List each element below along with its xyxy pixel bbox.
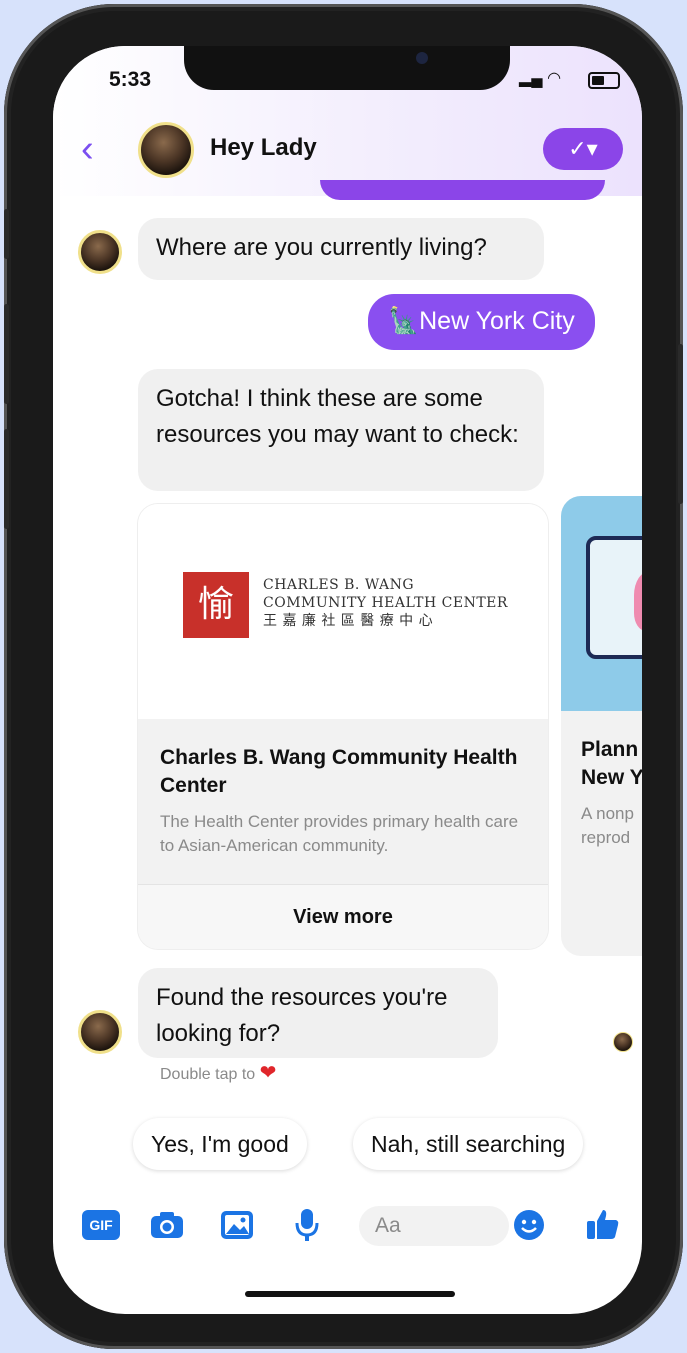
photo-icon[interactable] — [219, 1208, 255, 1242]
double-tap-hint-text: Double tap to — [160, 1066, 256, 1083]
card-title-partial: Plann New Y — [581, 736, 642, 792]
front-camera — [416, 52, 428, 64]
signal-wifi-icons: ▂▄ ◠ — [519, 70, 562, 87]
outgoing-message[interactable]: 🗽New York City — [368, 294, 595, 350]
contact-avatar[interactable] — [138, 122, 194, 178]
card-title-partial-line-2: New Y — [581, 766, 642, 789]
logo-line-2: COMMUNITY HEALTH CENTER — [263, 595, 508, 611]
card-description: The Health Center provides primary healt… — [160, 812, 519, 855]
health-center-logo-text: CHARLES B. WANG COMMUNITY HEALTH CENTER … — [263, 576, 508, 630]
camera-icon[interactable] — [149, 1208, 185, 1242]
card-logo-image: 愉 CHARLES B. WANG COMMUNITY HEALTH CENTE… — [138, 504, 548, 719]
volume-down-button — [4, 429, 9, 529]
incoming-message-followup[interactable]: Found the resources you're looking for? — [138, 968, 498, 1058]
home-indicator[interactable] — [245, 1291, 455, 1297]
health-center-logo-mark: 愉 — [183, 572, 249, 638]
card-title: Charles B. Wang Community Health Center — [160, 746, 518, 797]
incoming-message[interactable]: Where are you currently living? — [138, 218, 544, 280]
view-more-button[interactable]: View more — [138, 884, 548, 949]
volume-up-button — [4, 304, 9, 404]
sender-avatar — [78, 230, 122, 274]
heart-icon: ❤ — [259, 1062, 277, 1084]
quick-reply-nah[interactable]: Nah, still searching — [353, 1118, 584, 1170]
back-chevron-icon[interactable]: ‹ — [81, 130, 94, 168]
double-tap-hint: Double tap to ❤ — [160, 1060, 276, 1085]
conversation-title[interactable]: Hey Lady — [210, 134, 317, 162]
logo-line-1: CHARLES B. WANG — [263, 577, 415, 593]
power-button — [678, 344, 683, 504]
message-input[interactable]: Aa — [359, 1206, 509, 1246]
read-receipt-avatar — [613, 1032, 633, 1052]
card-description-partial-line-1: A nonp — [581, 804, 634, 823]
sender-avatar-2 — [78, 1010, 122, 1054]
previous-message-bubble — [320, 180, 605, 200]
like-thumbs-up-icon[interactable] — [585, 1208, 621, 1242]
phone-frame: 5:33 ▂▄ ◠ ‹ Hey Lady ✓▾ Where are you cu… — [4, 4, 683, 1349]
card-title-partial-line-1: Plann — [581, 738, 639, 761]
quick-reply-yes[interactable]: Yes, I'm good — [133, 1118, 307, 1170]
card-illustration — [561, 496, 642, 711]
gif-icon[interactable]: GIF — [82, 1210, 120, 1240]
card-description-partial: A nonp reprod — [581, 802, 634, 850]
battery-icon — [588, 72, 620, 89]
checkmark-menu-button[interactable]: ✓▾ — [543, 128, 623, 170]
microphone-icon[interactable] — [289, 1208, 325, 1242]
incoming-message-resources[interactable]: Gotcha! I think these are some resources… — [138, 369, 544, 491]
card-description-partial-line-2: reprod — [581, 828, 631, 847]
phone-screen: 5:33 ▂▄ ◠ ‹ Hey Lady ✓▾ Where are you cu… — [53, 46, 642, 1314]
emoji-icon[interactable] — [511, 1208, 547, 1242]
notch — [184, 46, 510, 90]
card-body: Charles B. Wang Community Health Center … — [138, 719, 548, 949]
silent-switch — [4, 209, 9, 259]
resource-card-partial[interactable]: Plann New Y A nonp reprod — [561, 496, 642, 956]
resource-card[interactable]: 愉 CHARLES B. WANG COMMUNITY HEALTH CENTE… — [138, 504, 548, 949]
logo-line-3: 王 嘉 廉 社 區 醫 療 中 心 — [263, 613, 434, 629]
status-time: 5:33 — [109, 68, 152, 91]
